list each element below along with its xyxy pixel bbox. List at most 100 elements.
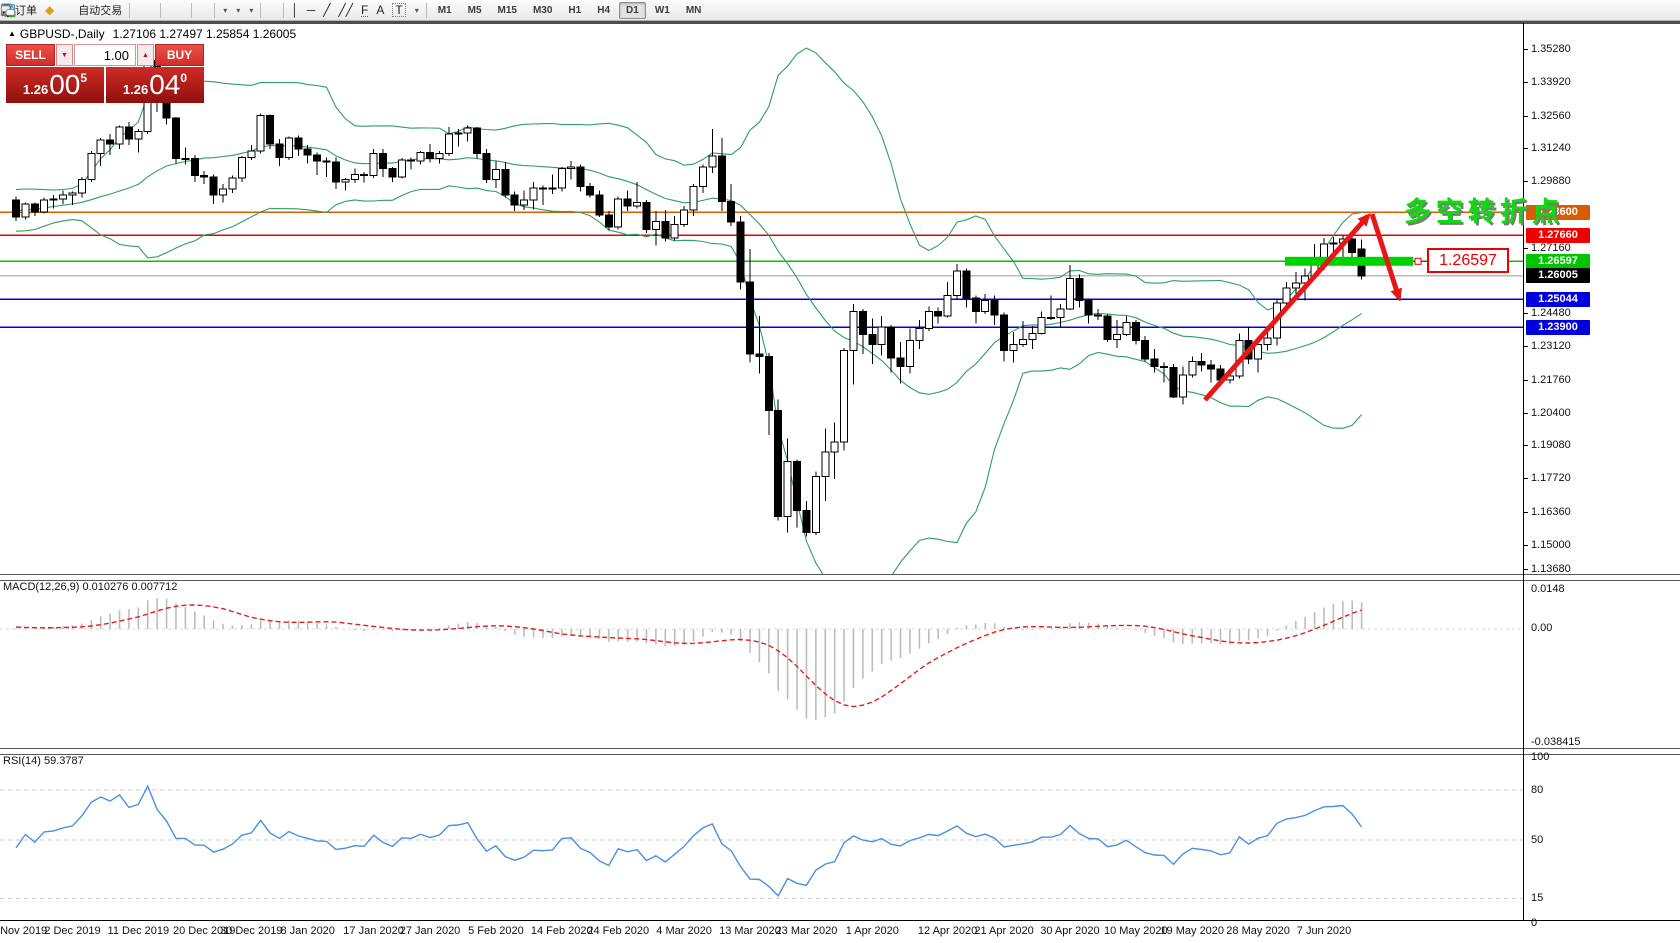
fibonacci-tool-button[interactable]: F bbox=[357, 1, 372, 19]
macd-axis-label: -0.038415 bbox=[1531, 736, 1581, 748]
search-button[interactable] bbox=[1658, 1, 1666, 19]
arrows-tool-button[interactable]: ▾ bbox=[410, 1, 423, 19]
signals-button[interactable] bbox=[66, 1, 74, 19]
buy-price-big-digits: 04 bbox=[149, 69, 180, 101]
timeframe-button-m5[interactable]: M5 bbox=[461, 2, 489, 19]
timeframe-button-m1[interactable]: M1 bbox=[431, 2, 459, 19]
periods-button[interactable]: ▾ bbox=[231, 1, 244, 19]
macd-main-value: 0.010276 bbox=[82, 581, 128, 593]
add-indicator-button[interactable]: ▾ bbox=[218, 1, 231, 19]
cursor-tool-button[interactable] bbox=[264, 1, 272, 19]
macd-axis-label: 0.00 bbox=[1531, 622, 1552, 634]
volume-increase-button[interactable]: ▲ bbox=[137, 44, 154, 66]
volume-decrease-button[interactable]: ▼ bbox=[56, 44, 73, 66]
timeframe-button-m30[interactable]: M30 bbox=[526, 2, 559, 19]
buy-price-display[interactable]: 1.26 04 0 bbox=[106, 67, 204, 103]
sell-price-display[interactable]: 1.26 00 5 bbox=[6, 67, 104, 103]
price-tick-mark bbox=[1523, 569, 1528, 570]
rsi-indicator-panel[interactable] bbox=[0, 753, 1523, 920]
price-tick-mark bbox=[1523, 248, 1528, 249]
toolbar-separator bbox=[214, 3, 215, 18]
toolbar-separator bbox=[160, 3, 161, 18]
price-chart-panel[interactable] bbox=[0, 23, 1523, 574]
sell-button[interactable]: SELL bbox=[6, 44, 55, 66]
price-tick-mark bbox=[1523, 478, 1528, 479]
rsi-label: RSI(14) 59.3787 bbox=[3, 755, 84, 767]
rsi-axis-label: 80 bbox=[1531, 784, 1543, 796]
tile-windows-button[interactable] bbox=[180, 1, 188, 19]
price-tick-mark bbox=[1523, 181, 1528, 182]
price-tick-label: 1.35280 bbox=[1531, 43, 1571, 55]
toolbar-separator bbox=[426, 3, 427, 18]
bar-chart-type-button[interactable] bbox=[133, 1, 141, 19]
vertical-line-tool-button[interactable]: │ bbox=[287, 1, 303, 19]
rsi-axis-label: 15 bbox=[1531, 892, 1543, 904]
level-price-callout[interactable]: 1.26597 bbox=[1427, 248, 1509, 273]
buy-price-pip-digit: 0 bbox=[180, 71, 187, 85]
crosshair-tool-button[interactable] bbox=[272, 1, 280, 19]
price-tick-mark bbox=[1523, 512, 1528, 513]
chart-title: ▲GBPUSD-,Daily1.27106 1.27497 1.25854 1.… bbox=[8, 27, 296, 41]
trendline-icon: ╱ bbox=[323, 4, 330, 16]
auto-scroll-button[interactable] bbox=[195, 1, 203, 19]
horizontal-line-tool-button[interactable]: ─ bbox=[303, 1, 320, 19]
spin-up-icon: ▲ bbox=[142, 52, 149, 59]
price-tick-mark bbox=[1523, 545, 1528, 546]
channel-tool-button[interactable]: ╱╱ bbox=[335, 1, 357, 19]
label-icon: T bbox=[392, 3, 405, 17]
timeframe-button-d1[interactable]: D1 bbox=[619, 2, 646, 19]
sell-price-big-digits: 00 bbox=[49, 69, 80, 101]
date-tick-label: 1 Apr 2020 bbox=[830, 925, 914, 937]
candlesticks bbox=[13, 52, 1366, 536]
price-tick-mark bbox=[1523, 380, 1528, 381]
macd-axis-label: 0.0148 bbox=[1531, 583, 1565, 595]
text-tool-button[interactable]: A bbox=[372, 1, 388, 19]
dropdown-arrow-icon: ▾ bbox=[236, 6, 240, 15]
macd-indicator-panel[interactable] bbox=[0, 579, 1523, 748]
dropdown-arrow-icon: ▾ bbox=[223, 6, 227, 15]
candlestick-chart-type-button[interactable] bbox=[141, 1, 149, 19]
timeframe-button-m15[interactable]: M15 bbox=[491, 2, 524, 19]
price-axis-line bbox=[1523, 23, 1524, 920]
trendline-tool-button[interactable]: ╱ bbox=[319, 1, 334, 19]
vertical-line-icon: │ bbox=[291, 4, 299, 16]
volume-input[interactable]: 1.00 bbox=[74, 44, 136, 66]
one-click-trading-panel: SELL ▼ 1.00 ▲ BUY 1.26 00 5 1.26 04 0 bbox=[6, 44, 204, 103]
rsi-value: 59.3787 bbox=[44, 755, 84, 767]
line-chart-type-button[interactable] bbox=[149, 1, 157, 19]
buy-price-prefix: 1.26 bbox=[123, 82, 148, 97]
toolbar-separator bbox=[129, 3, 130, 18]
macd-signal-line bbox=[16, 605, 1362, 707]
bid-price-box: 1.26005 bbox=[1526, 268, 1590, 283]
price-tick-mark bbox=[1523, 313, 1528, 314]
timeframe-button-w1[interactable]: W1 bbox=[648, 2, 677, 19]
channel-icon: ╱╱ bbox=[339, 4, 353, 16]
price-tick-label: 1.17720 bbox=[1531, 472, 1571, 484]
price-tick-mark bbox=[1523, 116, 1528, 117]
buy-button[interactable]: BUY bbox=[155, 44, 204, 66]
timeframe-button-group: M1M5M15M30H1H4D1W1MN bbox=[430, 4, 710, 16]
chat-icon bbox=[0, 3, 16, 18]
toolbar-separator bbox=[283, 3, 284, 18]
label-tool-button[interactable]: T bbox=[388, 1, 409, 19]
zoom-out-button[interactable] bbox=[172, 1, 180, 19]
main-toolbar: 新订单 ◆ 自动交易 bbox=[0, 0, 1680, 21]
chart-symbol-period: GBPUSD-,Daily bbox=[20, 27, 105, 41]
timeframe-button-mn[interactable]: MN bbox=[679, 2, 709, 19]
text-icon: A bbox=[376, 4, 384, 16]
macd-name: MACD(12,26,9) bbox=[3, 581, 79, 593]
price-tick-label: 1.21760 bbox=[1531, 374, 1571, 386]
toolbar-separator bbox=[191, 3, 192, 18]
zoom-in-button[interactable] bbox=[164, 1, 172, 19]
templates-button[interactable]: ▾ bbox=[244, 1, 257, 19]
chart-shift-button[interactable] bbox=[203, 1, 211, 19]
spin-down-icon: ▼ bbox=[61, 52, 68, 59]
sell-price-pip-digit: 5 bbox=[80, 71, 87, 85]
market-watch-button[interactable] bbox=[58, 1, 66, 19]
timeframe-button-h4[interactable]: H4 bbox=[590, 2, 617, 19]
timeframe-button-h1[interactable]: H1 bbox=[561, 2, 588, 19]
turning-point-annotation[interactable]: 多空转折点 bbox=[1404, 190, 1564, 229]
chat-button[interactable] bbox=[1666, 1, 1674, 19]
auto-trading-button[interactable]: 自动交易 bbox=[74, 1, 126, 19]
gold-button[interactable]: ◆ bbox=[41, 1, 58, 19]
